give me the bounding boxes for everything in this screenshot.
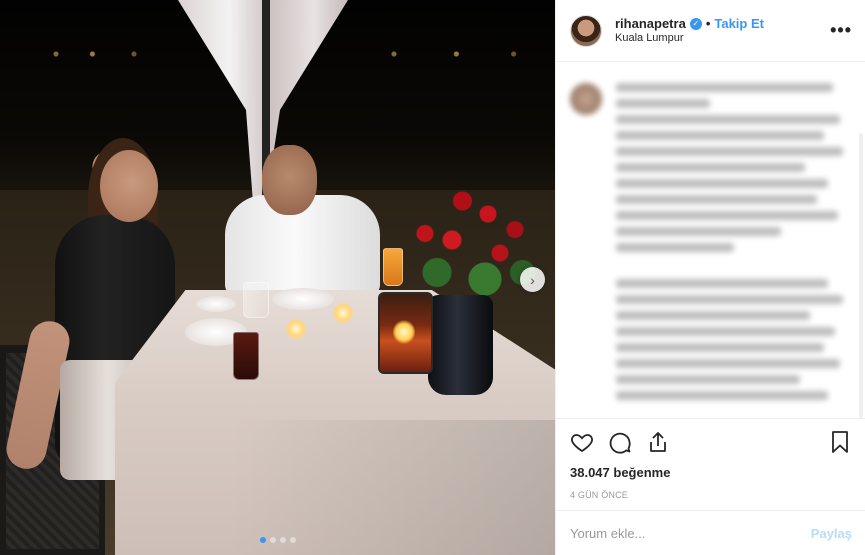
header-line: rihanapetra ✓ • Takip Et: [615, 16, 764, 32]
candle: [332, 302, 354, 324]
action-icons: [570, 419, 852, 465]
comment-text-blurred: [616, 83, 852, 259]
username-link[interactable]: rihanapetra: [615, 16, 686, 32]
water-glass: [243, 282, 269, 318]
comments-scrollbar[interactable]: [859, 133, 863, 418]
heart-icon[interactable]: [570, 430, 594, 454]
follow-button[interactable]: Takip Et: [714, 16, 764, 32]
next-photo-button[interactable]: ›: [520, 267, 545, 292]
carousel-dot: [279, 537, 286, 543]
commenter-avatar: [570, 83, 602, 115]
post-side-panel: rihanapetra ✓ • Takip Et Kuala Lumpur ••…: [555, 0, 865, 555]
man-head: [262, 145, 317, 215]
carousel-dot: [259, 537, 266, 543]
post-actions: 38.047 beğenme 4 GÜN ÖNCE: [556, 418, 865, 518]
location-link[interactable]: Kuala Lumpur: [615, 32, 764, 46]
carousel-indicator: [0, 537, 555, 543]
comment-item: [570, 279, 852, 407]
comment-text-blurred: [616, 279, 852, 407]
vase: [428, 295, 493, 395]
bookmark-icon[interactable]: [828, 430, 852, 454]
comments-section[interactable]: [556, 63, 865, 418]
table-shadow: [230, 420, 555, 555]
share-icon[interactable]: [646, 430, 670, 454]
more-options-icon[interactable]: •••: [830, 20, 852, 41]
cola-glass: [233, 332, 259, 380]
plate: [272, 288, 334, 310]
post-timestamp[interactable]: 4 GÜN ÖNCE: [570, 490, 852, 500]
header-text: rihanapetra ✓ • Takip Et Kuala Lumpur: [615, 16, 764, 46]
verified-badge-icon: ✓: [689, 17, 702, 30]
comment-input[interactable]: [570, 525, 811, 541]
add-comment-bar: Paylaş: [556, 510, 865, 555]
carousel-dot: [289, 537, 296, 543]
chevron-right-icon: ›: [530, 271, 535, 288]
post-header: rihanapetra ✓ • Takip Et Kuala Lumpur ••…: [556, 0, 865, 62]
carousel-dot: [269, 537, 276, 543]
lantern-flame: [393, 320, 415, 344]
plate: [196, 296, 236, 312]
candle: [285, 318, 307, 340]
avatar[interactable]: [570, 14, 602, 47]
woman-head: [100, 150, 158, 222]
separator: •: [705, 15, 711, 31]
post-comment-button[interactable]: Paylaş: [811, 526, 852, 541]
post-photo[interactable]: ›: [0, 0, 555, 555]
comment-icon[interactable]: [608, 430, 632, 454]
comment-item: [570, 83, 852, 259]
like-count[interactable]: 38.047 beğenme: [570, 465, 852, 480]
